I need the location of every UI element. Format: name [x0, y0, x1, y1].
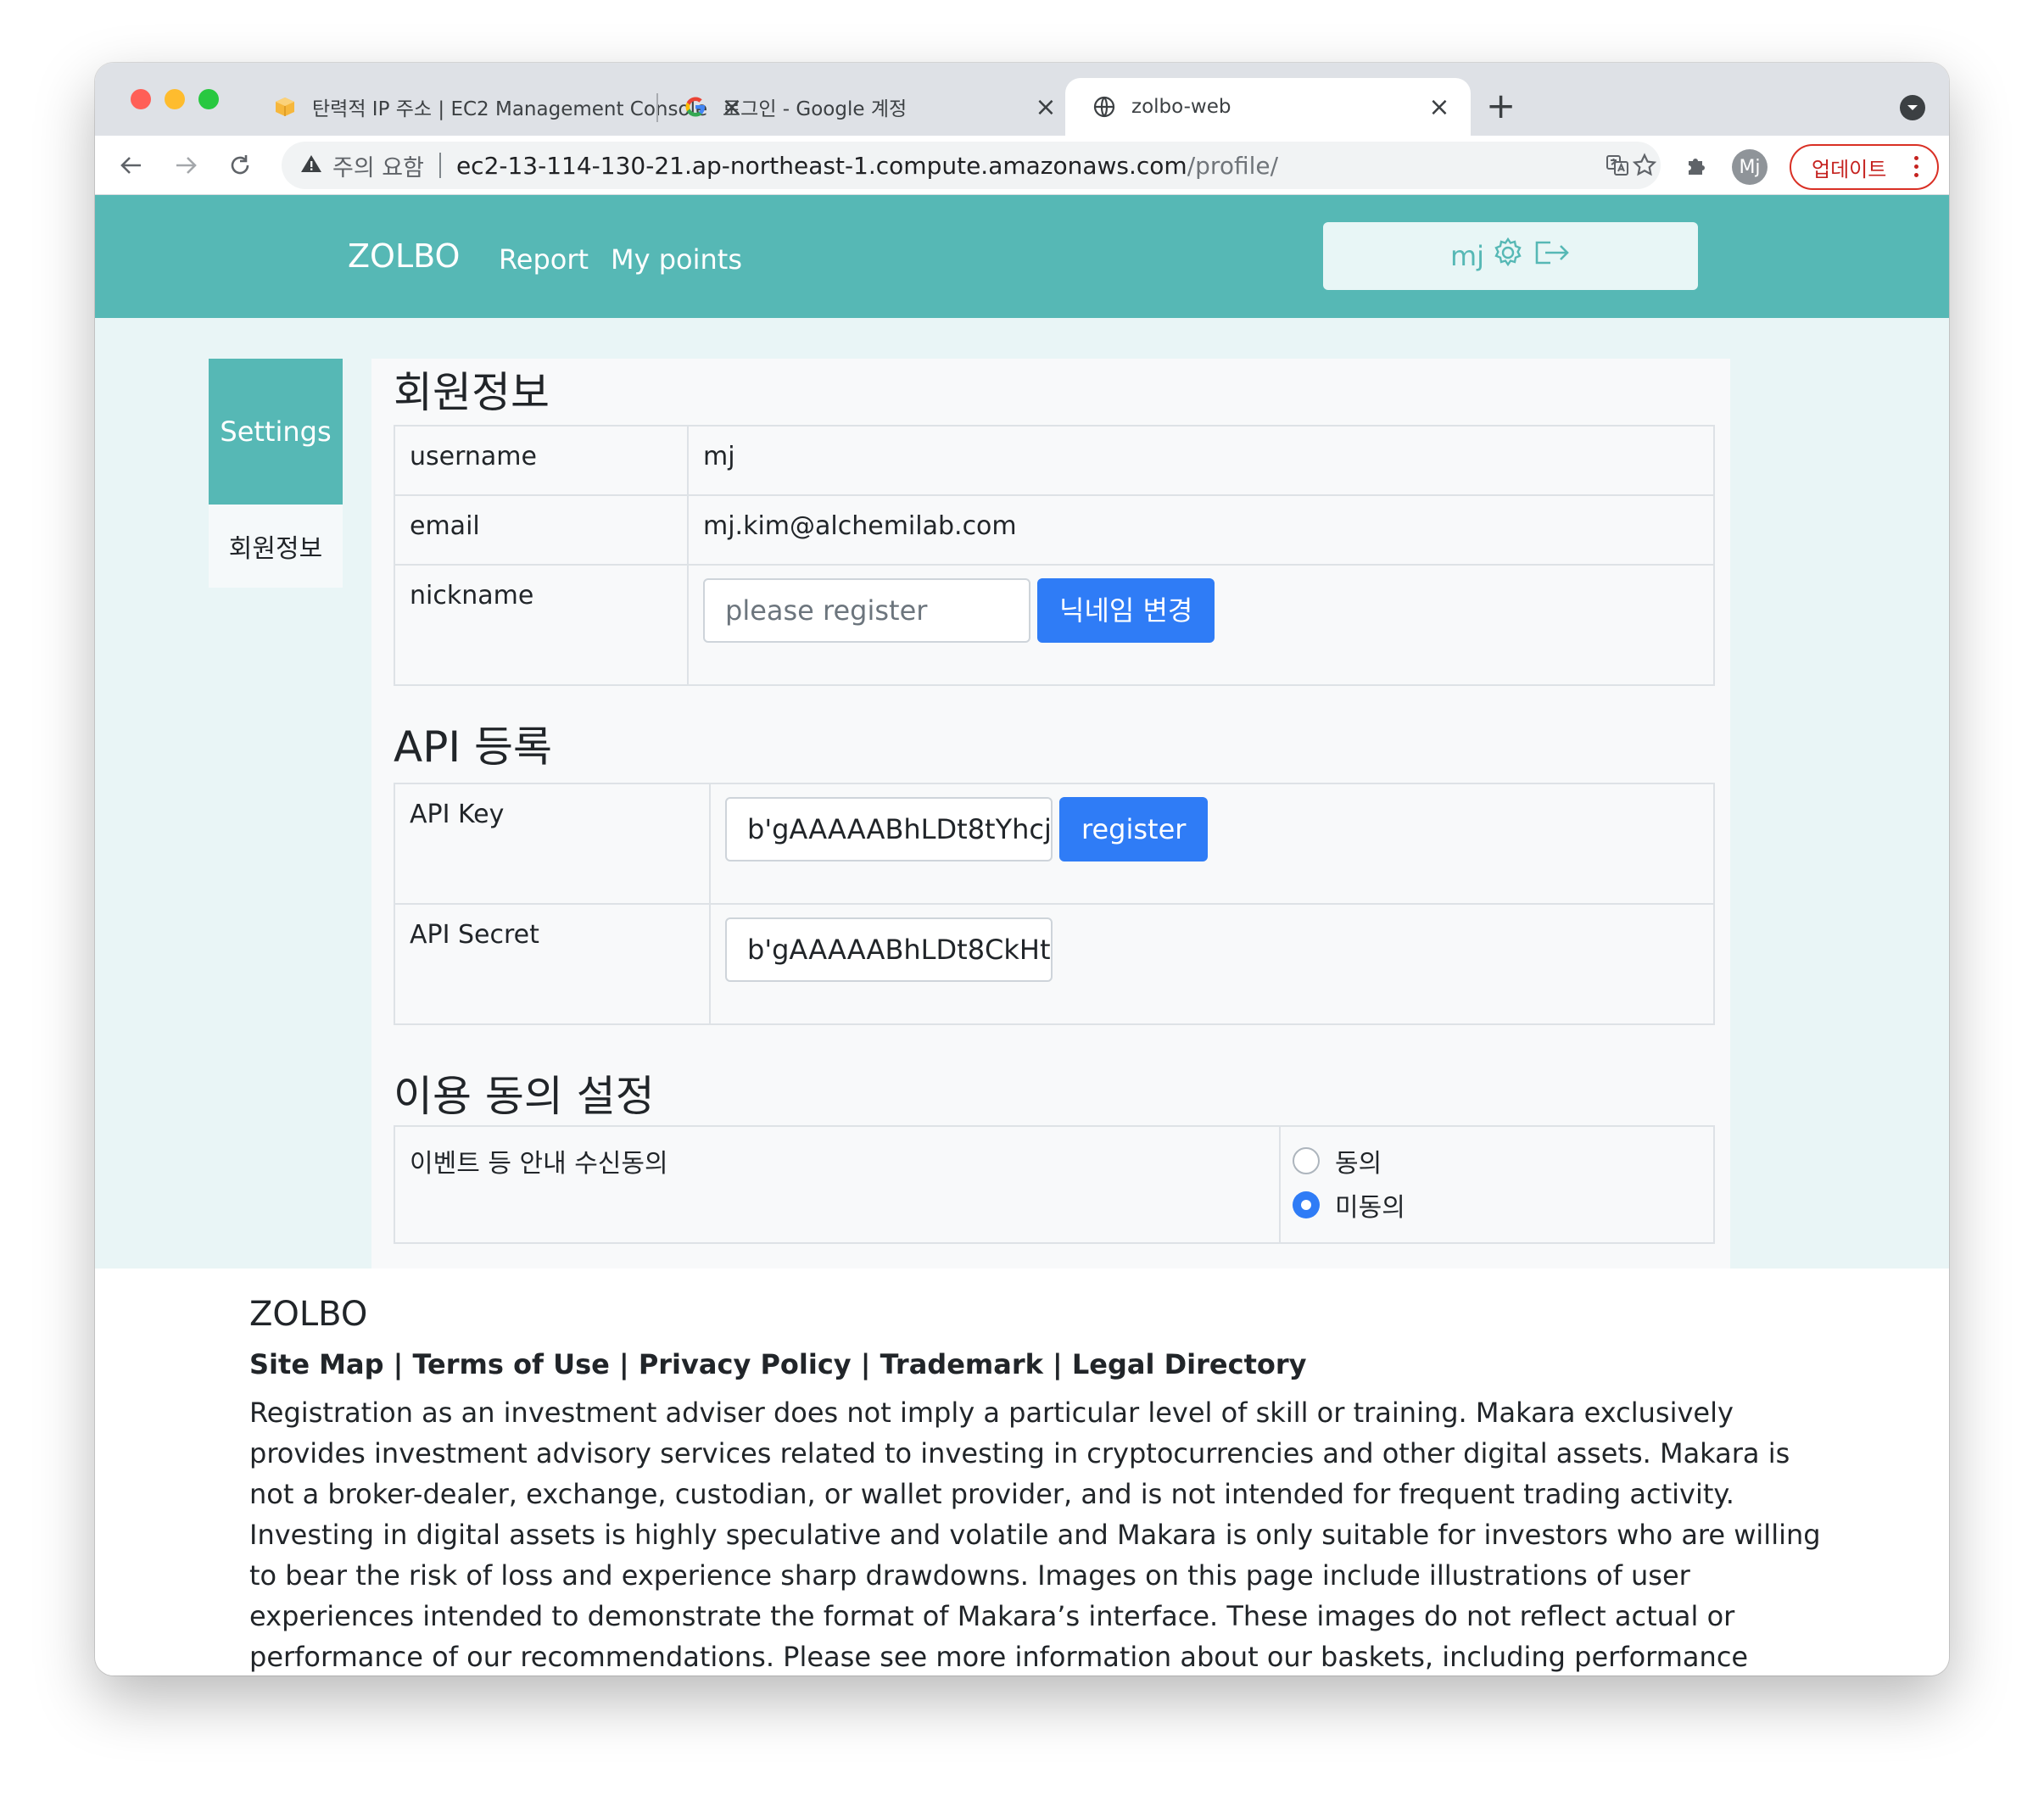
site-brand[interactable]: ZOLBO — [348, 237, 460, 275]
api-section-title: API 등록 — [394, 722, 552, 772]
close-window-button[interactable] — [131, 89, 151, 109]
consent-section-title: 이용 동의 설정 — [394, 1072, 655, 1121]
logout-icon[interactable] — [1532, 236, 1571, 276]
change-nickname-button[interactable]: 닉네임 변경 — [1037, 578, 1215, 643]
new-tab-plus-icon[interactable]: + — [1486, 88, 1516, 124]
row-value: mj.kim@alchemilab.com — [687, 494, 1715, 566]
site-navbar: ZOLBO Report My points mj — [95, 195, 1949, 318]
register-button[interactable]: register — [1059, 797, 1209, 861]
footer-links[interactable]: Site Map | Terms of Use | Privacy Policy… — [249, 1340, 1827, 1389]
close-tab-icon[interactable]: × — [1427, 92, 1452, 122]
consent-table: 이벤트 등 안내 수신동의 동의 미동의 — [394, 1125, 1715, 1244]
update-button[interactable]: 업데이트 — [1790, 144, 1939, 190]
sidebar-heading: Settings — [209, 359, 343, 505]
page-viewport: ZOLBO Report My points mj Settings 회원정보 … — [95, 195, 1949, 1676]
consent-option-agree[interactable]: 동의 — [1293, 1139, 1699, 1183]
nav-link-report[interactable]: Report — [499, 243, 589, 276]
table-row: username mj — [394, 425, 1715, 496]
url-separator — [438, 153, 441, 178]
aws-box-icon — [273, 95, 297, 119]
gear-icon[interactable] — [1491, 236, 1525, 276]
row-label: API Key — [394, 783, 711, 905]
table-row: API Key b'gAAAAABhLDt8tYhcj register — [394, 783, 1715, 905]
tab-search-chevron-icon[interactable] — [1900, 95, 1925, 120]
google-g-icon — [684, 95, 707, 119]
back-arrow-icon[interactable] — [114, 148, 149, 183]
sidebar-item-profile[interactable]: 회원정보 — [209, 505, 343, 588]
radio-disagree[interactable] — [1293, 1191, 1320, 1218]
tab-title: 로그인 - Google 계정 — [723, 98, 908, 120]
footer-disclaimer: Registration as an investment adviser do… — [249, 1397, 1821, 1673]
nav-username[interactable]: mj — [1450, 240, 1484, 272]
extensions-puzzle-icon[interactable] — [1679, 148, 1715, 183]
consent-option-disagree[interactable]: 미동의 — [1293, 1183, 1699, 1227]
site-footer: ZOLBO Site Map | Terms of Use | Privacy … — [249, 1289, 1827, 1676]
table-row: nickname please register 닉네임 변경 — [394, 564, 1715, 686]
update-label: 업데이트 — [1812, 157, 1887, 181]
more-vertical-icon — [1914, 156, 1918, 177]
api-key-cell: b'gAAAAABhLDt8tYhcj register — [709, 783, 1715, 905]
browser-window: 탄력적 IP 주소 | EC2 Management Console × 로그인… — [95, 63, 1949, 1676]
forward-arrow-icon[interactable] — [168, 148, 204, 183]
user-menu: mj — [1323, 222, 1698, 290]
row-label: 이벤트 등 안내 수신동의 — [394, 1125, 1281, 1244]
footer-brand: ZOLBO — [249, 1295, 368, 1334]
nickname-input[interactable]: please register — [703, 578, 1030, 643]
row-label: API Secret — [394, 903, 711, 1025]
url-path: /profile/ — [1187, 151, 1279, 180]
radio-agree[interactable] — [1293, 1147, 1320, 1174]
table-row: 이벤트 등 안내 수신동의 동의 미동의 — [394, 1125, 1715, 1244]
tab-title: zolbo-web — [1131, 96, 1231, 118]
url-host: ec2-13-114-130-21.ap-northeast-1.compute… — [455, 151, 1187, 180]
row-label: username — [394, 425, 689, 496]
profile-section-title: 회원정보 — [394, 368, 550, 417]
security-warning-text[interactable]: 주의 요함 — [332, 149, 424, 182]
nickname-cell: please register 닉네임 변경 — [687, 564, 1715, 686]
api-key-input[interactable]: b'gAAAAABhLDt8tYhcj — [725, 797, 1053, 861]
minimize-window-button[interactable] — [165, 89, 185, 109]
consent-options: 동의 미동의 — [1279, 1125, 1715, 1244]
row-label: nickname — [394, 564, 689, 686]
api-secret-cell: b'gAAAAABhLDt8CkHt — [709, 903, 1715, 1025]
table-row: API Secret b'gAAAAABhLDt8CkHt — [394, 903, 1715, 1025]
globe-icon — [1092, 95, 1116, 119]
table-row: email mj.kim@alchemilab.com — [394, 494, 1715, 566]
settings-panel: 회원정보 username mj email mj.kim@alchemilab… — [371, 359, 1730, 1269]
tab-strip: 탄력적 IP 주소 | EC2 Management Console × 로그인… — [95, 63, 1949, 136]
api-table: API Key b'gAAAAABhLDt8tYhcj register API … — [394, 783, 1715, 1025]
profile-avatar[interactable]: Mj — [1732, 149, 1768, 185]
tab-google-login[interactable]: 로그인 - Google 계정 × — [587, 78, 1058, 136]
tab-zolbo-web[interactable]: zolbo-web × — [1065, 78, 1471, 136]
browser-toolbar: 주의 요함 ec2-13-114-130-21.ap-northeast-1.c… — [95, 136, 1949, 195]
api-secret-input[interactable]: b'gAAAAABhLDt8CkHt — [725, 917, 1053, 982]
settings-sidebar: Settings 회원정보 — [209, 359, 343, 588]
zoom-window-button[interactable] — [198, 89, 219, 109]
close-tab-icon[interactable]: × — [1033, 92, 1058, 122]
row-label: email — [394, 494, 689, 566]
nav-link-my-points[interactable]: My points — [611, 243, 742, 276]
row-value: mj — [687, 425, 1715, 496]
option-label: 미동의 — [1335, 1193, 1405, 1223]
bookmark-star-icon[interactable] — [1627, 148, 1662, 183]
profile-table: username mj email mj.kim@alchemilab.com … — [394, 425, 1715, 686]
option-label: 동의 — [1335, 1149, 1382, 1179]
warning-triangle-icon[interactable] — [300, 152, 322, 180]
address-bar[interactable]: 주의 요함 ec2-13-114-130-21.ap-northeast-1.c… — [282, 142, 1661, 189]
reload-icon[interactable] — [222, 148, 258, 183]
